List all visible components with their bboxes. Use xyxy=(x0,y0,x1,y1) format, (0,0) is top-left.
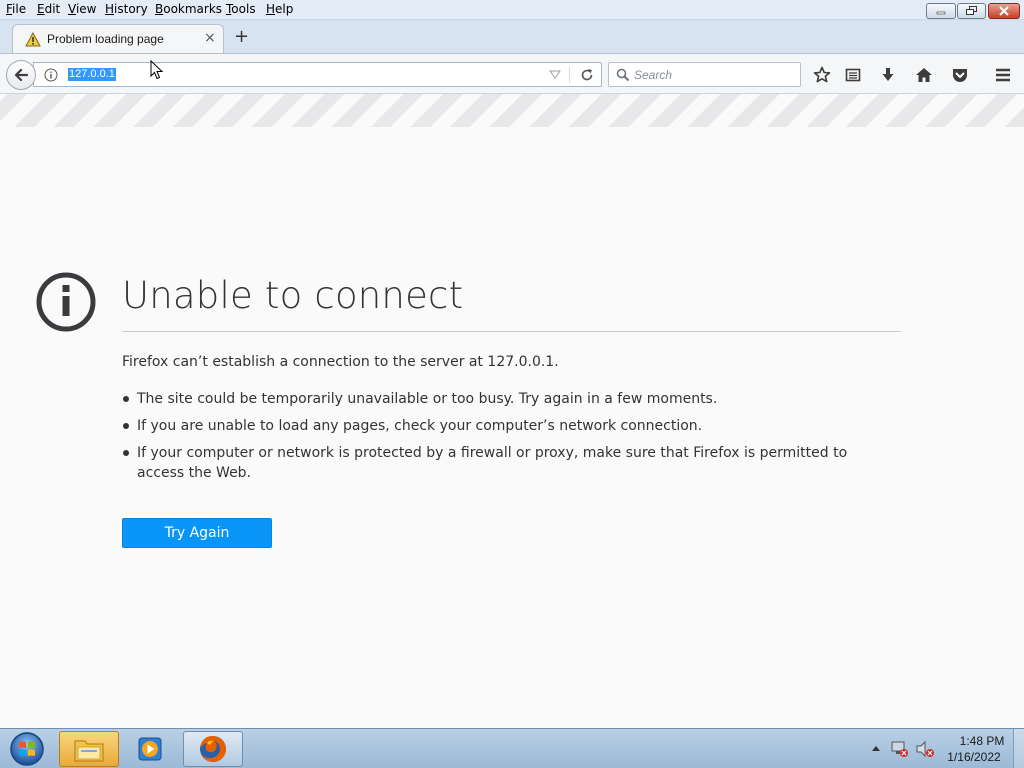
show-hidden-icons-icon[interactable] xyxy=(871,744,881,752)
downloads-button[interactable] xyxy=(877,64,899,86)
download-icon xyxy=(882,68,894,81)
restore-button[interactable] xyxy=(957,3,986,19)
search-placeholder: Search xyxy=(634,68,673,82)
menu-edit[interactable]: Edit xyxy=(37,2,60,16)
home-button[interactable] xyxy=(913,64,935,86)
tab-strip: Problem loading page × + xyxy=(0,20,1024,54)
show-desktop-button[interactable] xyxy=(1013,729,1024,768)
menu-bar: File Edit View History Bookmarks Tools H… xyxy=(0,0,1024,20)
restore-icon xyxy=(965,6,977,15)
list-item: The site could be temporarily unavailabl… xyxy=(122,389,892,409)
menu-history[interactable]: History xyxy=(105,2,148,16)
search-input[interactable]: Search xyxy=(608,62,801,87)
try-again-button[interactable]: Try Again xyxy=(122,518,272,548)
url-bar[interactable]: 127.0.0.1 xyxy=(33,62,602,87)
reading-list-button[interactable] xyxy=(842,64,864,86)
info-icon[interactable] xyxy=(44,68,58,82)
network-icon[interactable] xyxy=(889,740,909,758)
media-player-icon xyxy=(138,737,162,761)
dropdown-icon[interactable] xyxy=(549,70,561,80)
folder-icon xyxy=(74,740,104,762)
menu-help[interactable]: Help xyxy=(266,2,293,16)
search-icon xyxy=(616,68,630,82)
list-item: If you are unable to load any pages, che… xyxy=(122,416,892,436)
new-tab-button[interactable]: + xyxy=(234,28,249,46)
taskbar-explorer-button[interactable] xyxy=(59,731,119,767)
hamburger-menu-icon xyxy=(996,68,1010,82)
home-icon xyxy=(916,68,932,82)
url-text[interactable]: 127.0.0.1 xyxy=(68,68,116,81)
taskbar xyxy=(0,728,1024,768)
bookmark-star-button[interactable] xyxy=(811,64,833,86)
clock-date[interactable]: 1/16/2022 xyxy=(944,750,1004,764)
clock-time[interactable]: 1:48 PM xyxy=(952,734,1012,748)
taskbar-media-player-button[interactable] xyxy=(122,731,180,767)
reload-icon[interactable] xyxy=(579,67,595,83)
error-description: Firefox can’t establish a connection to … xyxy=(122,354,559,370)
star-icon xyxy=(813,66,831,83)
minimize-icon xyxy=(936,11,946,15)
menu-view[interactable]: View xyxy=(68,2,96,16)
volume-muted-icon[interactable] xyxy=(915,740,935,758)
mouse-cursor-icon xyxy=(150,60,164,80)
pocket-button[interactable] xyxy=(949,64,971,86)
menu-tools[interactable]: Tools xyxy=(226,2,256,16)
title-divider xyxy=(122,331,901,332)
error-stripe-banner xyxy=(0,94,1024,127)
start-button[interactable] xyxy=(4,730,50,768)
info-icon-large xyxy=(36,272,96,332)
close-icon xyxy=(999,6,1009,16)
menu-file[interactable]: File xyxy=(6,2,26,16)
menu-bookmarks[interactable]: Bookmarks xyxy=(155,2,222,16)
tab-problem-loading[interactable]: Problem loading page × xyxy=(12,24,224,54)
back-arrow-icon xyxy=(14,68,29,82)
error-suggestions-list: The site could be temporarily unavailabl… xyxy=(122,389,892,490)
open-menu-button[interactable] xyxy=(992,64,1014,86)
reading-list-icon xyxy=(845,68,861,82)
warning-icon xyxy=(25,32,41,47)
back-button[interactable] xyxy=(6,60,36,90)
close-window-button[interactable] xyxy=(988,3,1020,19)
pocket-icon xyxy=(953,69,967,82)
windows-start-icon xyxy=(10,732,44,766)
url-separator xyxy=(569,67,570,83)
page-title: Unable to connect xyxy=(122,274,464,317)
minimize-button[interactable] xyxy=(926,3,956,19)
taskbar-firefox-button[interactable] xyxy=(183,731,243,767)
tab-title: Problem loading page xyxy=(47,32,164,46)
firefox-icon xyxy=(200,736,226,762)
list-item: If your computer or network is protected… xyxy=(122,443,892,483)
tab-close-icon[interactable]: × xyxy=(204,30,216,46)
